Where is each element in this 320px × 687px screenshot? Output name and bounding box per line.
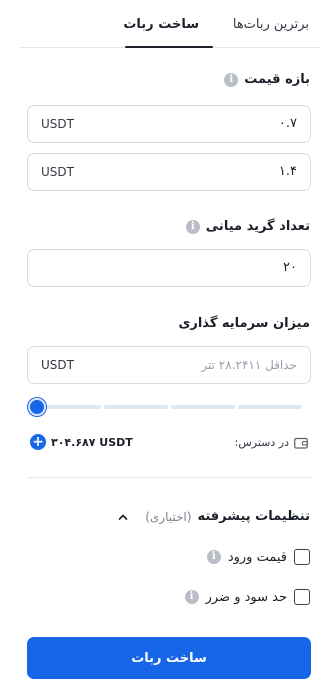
- advanced-settings-toggle[interactable]: تنظیمات پیشرفته (اختیاری): [117, 509, 310, 524]
- available-value-group: + ۳۰۴.۶۸۷ USDT: [30, 434, 133, 450]
- investment-unit: USDT: [41, 358, 74, 372]
- price-range-heading: بازه قیمت i: [224, 72, 310, 87]
- chevron-up-icon[interactable]: [117, 511, 129, 523]
- price-max-unit: USDT: [41, 165, 74, 179]
- wallet-icon: [294, 437, 308, 449]
- info-icon[interactable]: i: [184, 590, 199, 604]
- investment-input[interactable]: حداقل ۲۸.۲۴۱۱ تتر USDT: [27, 346, 311, 384]
- advanced-settings-optional: (اختیاری): [145, 509, 192, 524]
- price-max-value: ۱.۴: [278, 164, 297, 179]
- advanced-settings-title: تنظیمات پیشرفته: [197, 509, 310, 524]
- tp-sl-option[interactable]: حد سود و ضرر i: [184, 589, 310, 605]
- available-label-group: در دسترس:: [235, 436, 308, 449]
- section-divider: [27, 477, 311, 478]
- investment-heading: میزان سرمایه گذاری: [178, 316, 310, 331]
- create-bot-button[interactable]: ساخت ربات: [27, 637, 311, 679]
- investment-placeholder: حداقل ۲۸.۲۴۱۱ تتر: [201, 358, 297, 372]
- deposit-plus-button[interactable]: +: [30, 434, 46, 450]
- price-range-title: بازه قیمت: [244, 72, 310, 87]
- price-min-input[interactable]: ۰.۷ USDT: [27, 105, 311, 143]
- available-balance: در دسترس: + ۳۰۴.۶۸۷ USDT: [30, 434, 308, 452]
- tab-bar: ساخت ربات برترین ربات‌ها: [20, 0, 320, 48]
- slider-thumb[interactable]: [28, 398, 46, 416]
- entry-price-label: قیمت ورود: [227, 549, 287, 565]
- tp-sl-label: حد سود و ضرر: [205, 589, 287, 605]
- tab-best-bots[interactable]: برترین ربات‌ها: [233, 17, 309, 32]
- info-icon[interactable]: i: [206, 550, 221, 564]
- slider-track-segment: [104, 405, 168, 409]
- entry-price-checkbox[interactable]: [294, 549, 310, 565]
- info-icon[interactable]: i: [224, 72, 239, 87]
- slider-track-segment: [238, 405, 302, 409]
- grid-count-value: ۲۰: [283, 260, 297, 275]
- available-value: ۳۰۴.۶۸۷ USDT: [51, 435, 133, 449]
- price-max-input[interactable]: ۱.۴ USDT: [27, 153, 311, 191]
- tp-sl-checkbox[interactable]: [294, 589, 310, 605]
- grid-count-title: تعداد گرید میانی: [205, 219, 310, 234]
- grid-count-input[interactable]: ۲۰: [27, 249, 311, 287]
- investment-title: میزان سرمایه گذاری: [178, 316, 310, 331]
- grid-count-heading: تعداد گرید میانی i: [185, 219, 310, 234]
- price-min-unit: USDT: [41, 117, 74, 131]
- info-icon[interactable]: i: [185, 219, 200, 234]
- price-min-value: ۰.۷: [278, 116, 297, 131]
- entry-price-option[interactable]: قیمت ورود i: [206, 549, 310, 565]
- investment-slider[interactable]: [27, 397, 311, 417]
- active-tab-indicator: [125, 46, 213, 48]
- slider-track-segment: [171, 405, 235, 409]
- tab-create-bot[interactable]: ساخت ربات: [123, 17, 199, 32]
- available-label: در دسترس:: [234, 436, 289, 449]
- slider-track-segment: [37, 405, 101, 409]
